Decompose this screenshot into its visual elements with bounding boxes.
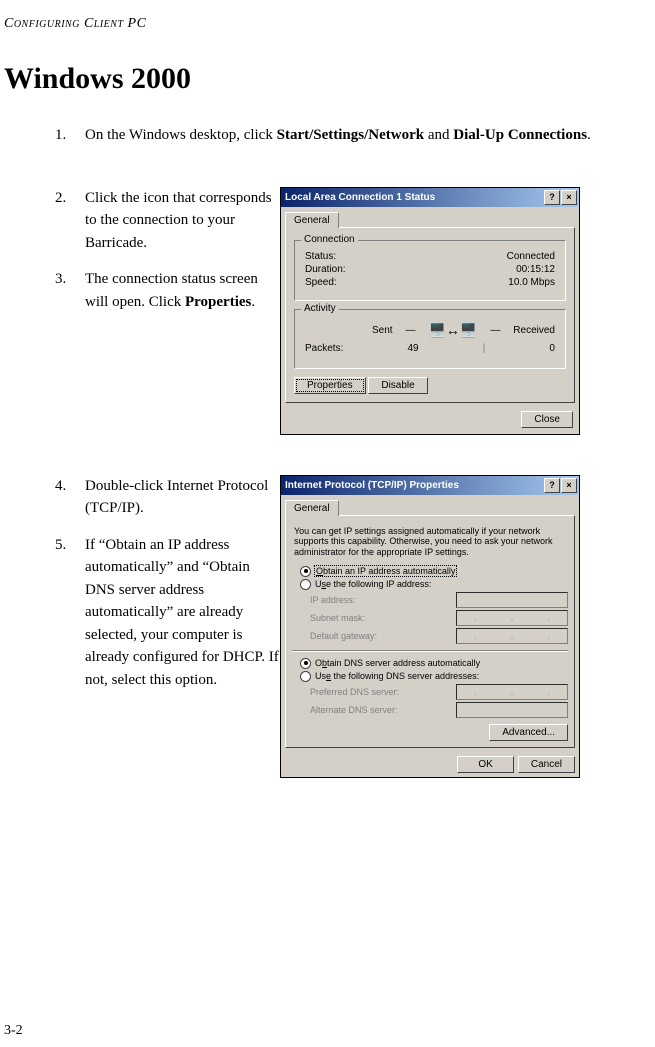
status-value: Connected <box>507 251 555 262</box>
tcpip-properties-dialog: Internet Protocol (TCP/IP) Properties ? … <box>280 475 580 778</box>
radio-use-ip[interactable]: Use the following IP address: <box>300 579 568 590</box>
text: . <box>251 294 255 310</box>
radio-obtain-dns-auto[interactable]: Obtain DNS server address automatically <box>300 658 568 669</box>
radio-label: Use the following DNS server addresses: <box>315 671 479 681</box>
step-text: The connection status screen will open. … <box>85 268 280 313</box>
step-5: 5. If “Obtain an IP address automaticall… <box>55 534 280 692</box>
step-3: 3. The connection status screen will ope… <box>55 268 280 313</box>
step-1: 1. On the Windows desktop, click Start/S… <box>55 124 635 147</box>
alternate-dns-label: Alternate DNS server: <box>310 705 398 715</box>
speed-label: Speed: <box>305 277 337 288</box>
gateway-field: ... <box>456 628 568 644</box>
ip-address-field <box>456 592 568 608</box>
close-button[interactable]: Close <box>521 411 573 428</box>
bold-text: Dial-Up Connections <box>453 127 587 143</box>
radio-icon <box>300 671 311 682</box>
sent-label: Sent <box>372 325 393 336</box>
duration-value: 00:15:12 <box>516 264 555 275</box>
step-text: Click the icon that corresponds to the c… <box>85 187 280 255</box>
packets-received: 0 <box>549 343 555 354</box>
radio-obtain-ip-auto[interactable]: Obtain an IP address automatically <box>300 566 568 577</box>
ip-address-label: IP address: <box>310 595 355 605</box>
radio-label: Obtain an IP address automatically <box>315 566 456 576</box>
subnet-mask-label: Subnet mask: <box>310 613 365 623</box>
step-text: Double-click Internet Protocol (TCP/IP). <box>85 475 280 520</box>
tab-general[interactable]: General <box>285 500 339 516</box>
speed-value: 10.0 Mbps <box>508 277 555 288</box>
close-icon[interactable]: × <box>561 478 577 493</box>
subnet-mask-field: ... <box>456 610 568 626</box>
step-number: 3. <box>55 268 85 313</box>
radio-icon <box>300 566 311 577</box>
help-icon[interactable]: ? <box>544 190 560 205</box>
received-label: Received <box>513 325 555 336</box>
gateway-label: Default gateway: <box>310 631 377 641</box>
bold-text: Properties <box>185 294 251 310</box>
network-icon: 🖥️↔🖥️ <box>428 322 477 339</box>
group-activity: Activity Sent — 🖥️↔🖥️ — Received Packets… <box>294 309 566 369</box>
step-text: If “Obtain an IP address automatically” … <box>85 534 280 692</box>
dialog-title: Internet Protocol (TCP/IP) Properties <box>285 480 459 491</box>
connection-status-dialog: Local Area Connection 1 Status ? × Gener… <box>280 187 580 435</box>
text: On the Windows desktop, click <box>85 127 277 143</box>
step-2: 2. Click the icon that corresponds to th… <box>55 187 280 255</box>
step-4: 4. Double-click Internet Protocol (TCP/I… <box>55 475 280 520</box>
packets-label: Packets: <box>305 343 343 354</box>
tab-general[interactable]: General <box>285 212 339 228</box>
titlebar[interactable]: Internet Protocol (TCP/IP) Properties ? … <box>281 476 579 495</box>
text: . <box>587 127 591 143</box>
titlebar[interactable]: Local Area Connection 1 Status ? × <box>281 188 579 207</box>
page-title: Windows 2000 <box>4 62 635 96</box>
step-number: 1. <box>55 124 85 147</box>
group-label: Activity <box>301 303 339 314</box>
dialog-title: Local Area Connection 1 Status <box>285 192 435 203</box>
step-number: 4. <box>55 475 85 520</box>
running-header: Configuring Client PC <box>4 16 635 32</box>
group-connection: Connection Status:Connected Duration:00:… <box>294 240 566 301</box>
cancel-button[interactable]: Cancel <box>518 756 575 773</box>
step-number: 5. <box>55 534 85 692</box>
text: and <box>424 127 453 143</box>
radio-label: Use the following IP address: <box>315 579 431 589</box>
step-number: 2. <box>55 187 85 255</box>
disable-button[interactable]: Disable <box>368 377 427 394</box>
properties-button[interactable]: Properties <box>294 377 366 394</box>
bold-text: Start/Settings/Network <box>277 127 424 143</box>
preferred-dns-label: Preferred DNS server: <box>310 687 399 697</box>
status-label: Status: <box>305 251 336 262</box>
alternate-dns-field <box>456 702 568 718</box>
duration-label: Duration: <box>305 264 346 275</box>
radio-use-dns[interactable]: Use the following DNS server addresses: <box>300 671 568 682</box>
packets-sent: 49 <box>407 343 418 354</box>
group-label: Connection <box>301 234 358 245</box>
radio-label: Obtain DNS server address automatically <box>315 658 480 668</box>
text: btain an IP address automatically <box>323 566 455 576</box>
page-number: 3-2 <box>4 1023 23 1039</box>
close-icon[interactable]: × <box>561 190 577 205</box>
radio-icon <box>300 658 311 669</box>
step-text: On the Windows desktop, click Start/Sett… <box>85 124 635 147</box>
preferred-dns-field: ... <box>456 684 568 700</box>
help-icon[interactable]: ? <box>544 478 560 493</box>
advanced-button[interactable]: Advanced... <box>489 724 568 741</box>
ok-button[interactable]: OK <box>457 756 513 773</box>
radio-icon <box>300 579 311 590</box>
description-text: You can get IP settings assigned automat… <box>294 526 566 558</box>
